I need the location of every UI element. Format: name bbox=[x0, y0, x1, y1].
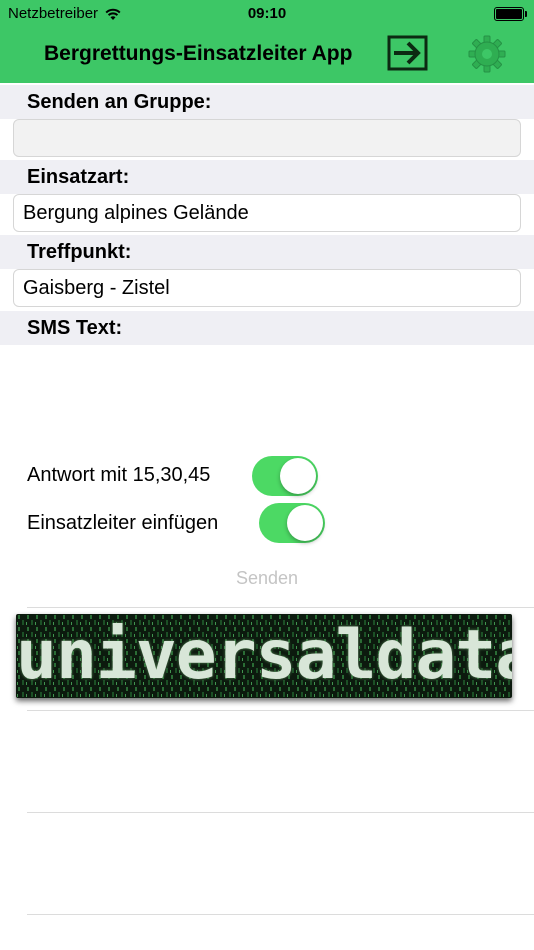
sms-text-label: SMS Text: bbox=[0, 311, 534, 345]
meeting-point-label: Treffpunkt: bbox=[0, 235, 534, 269]
settings-button[interactable] bbox=[468, 35, 506, 73]
meeting-point-field[interactable]: Gaisberg - Zistel bbox=[13, 269, 521, 307]
send-button[interactable]: Senden bbox=[0, 568, 534, 589]
separator bbox=[27, 710, 534, 711]
sms-text-area[interactable] bbox=[0, 345, 534, 440]
status-bar: Netzbetreiber 09:10 bbox=[0, 0, 534, 28]
app-title: Bergrettungs-Einsatzleiter App bbox=[44, 42, 353, 65]
separator bbox=[27, 914, 534, 915]
group-label: Senden an Gruppe: bbox=[0, 85, 534, 119]
reply-toggle[interactable] bbox=[252, 456, 318, 496]
exit-button[interactable] bbox=[387, 35, 428, 71]
logo-text: universaldata bbox=[16, 616, 512, 695]
navigation-bar: Netzbetreiber 09:10 Bergrettungs-Einsatz… bbox=[0, 0, 534, 83]
universaldata-logo: universaldata bbox=[16, 614, 512, 698]
type-field[interactable]: Bergung alpines Gelände bbox=[13, 194, 521, 232]
type-label: Einsatzart: bbox=[0, 160, 534, 194]
toggle-knob bbox=[280, 458, 316, 494]
gear-icon bbox=[468, 35, 506, 73]
battery-icon bbox=[494, 7, 527, 21]
group-field[interactable] bbox=[13, 119, 521, 157]
separator bbox=[27, 812, 534, 813]
toggle-knob bbox=[287, 505, 323, 541]
leader-toggle-label: Einsatzleiter einfügen bbox=[27, 512, 219, 534]
leader-toggle[interactable] bbox=[259, 503, 325, 543]
arrow-right-exit-icon bbox=[387, 35, 428, 71]
separator bbox=[27, 607, 534, 608]
reply-toggle-label: Antwort mit 15,30,45 bbox=[27, 464, 211, 486]
status-time: 09:10 bbox=[247, 5, 287, 22]
